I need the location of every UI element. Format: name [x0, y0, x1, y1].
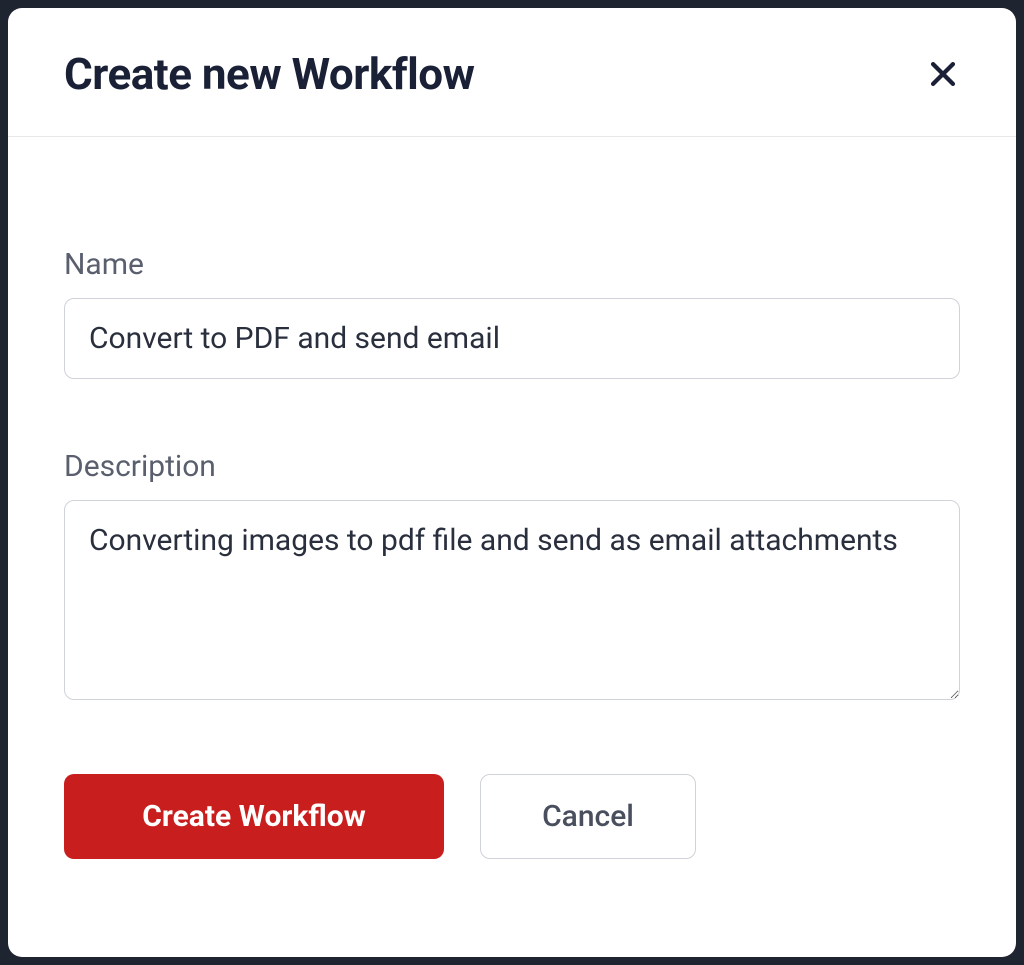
name-label: Name	[64, 247, 960, 282]
button-row: Create Workflow Cancel	[64, 774, 960, 859]
modal-header: Create new Workflow	[8, 8, 1016, 137]
name-form-group: Name	[64, 247, 960, 379]
modal-title: Create new Workflow	[64, 48, 474, 100]
name-input[interactable]	[64, 298, 960, 379]
create-workflow-modal: Create new Workflow Name Description Con…	[8, 8, 1016, 957]
close-button[interactable]	[920, 51, 966, 97]
create-workflow-button[interactable]: Create Workflow	[64, 774, 444, 859]
description-input[interactable]: Converting images to pdf file and send a…	[64, 500, 960, 700]
modal-body: Name Description Converting images to pd…	[8, 137, 1016, 957]
description-label: Description	[64, 449, 960, 484]
close-icon	[926, 57, 960, 91]
cancel-button[interactable]: Cancel	[480, 774, 696, 859]
description-form-group: Description Converting images to pdf fil…	[64, 449, 960, 704]
